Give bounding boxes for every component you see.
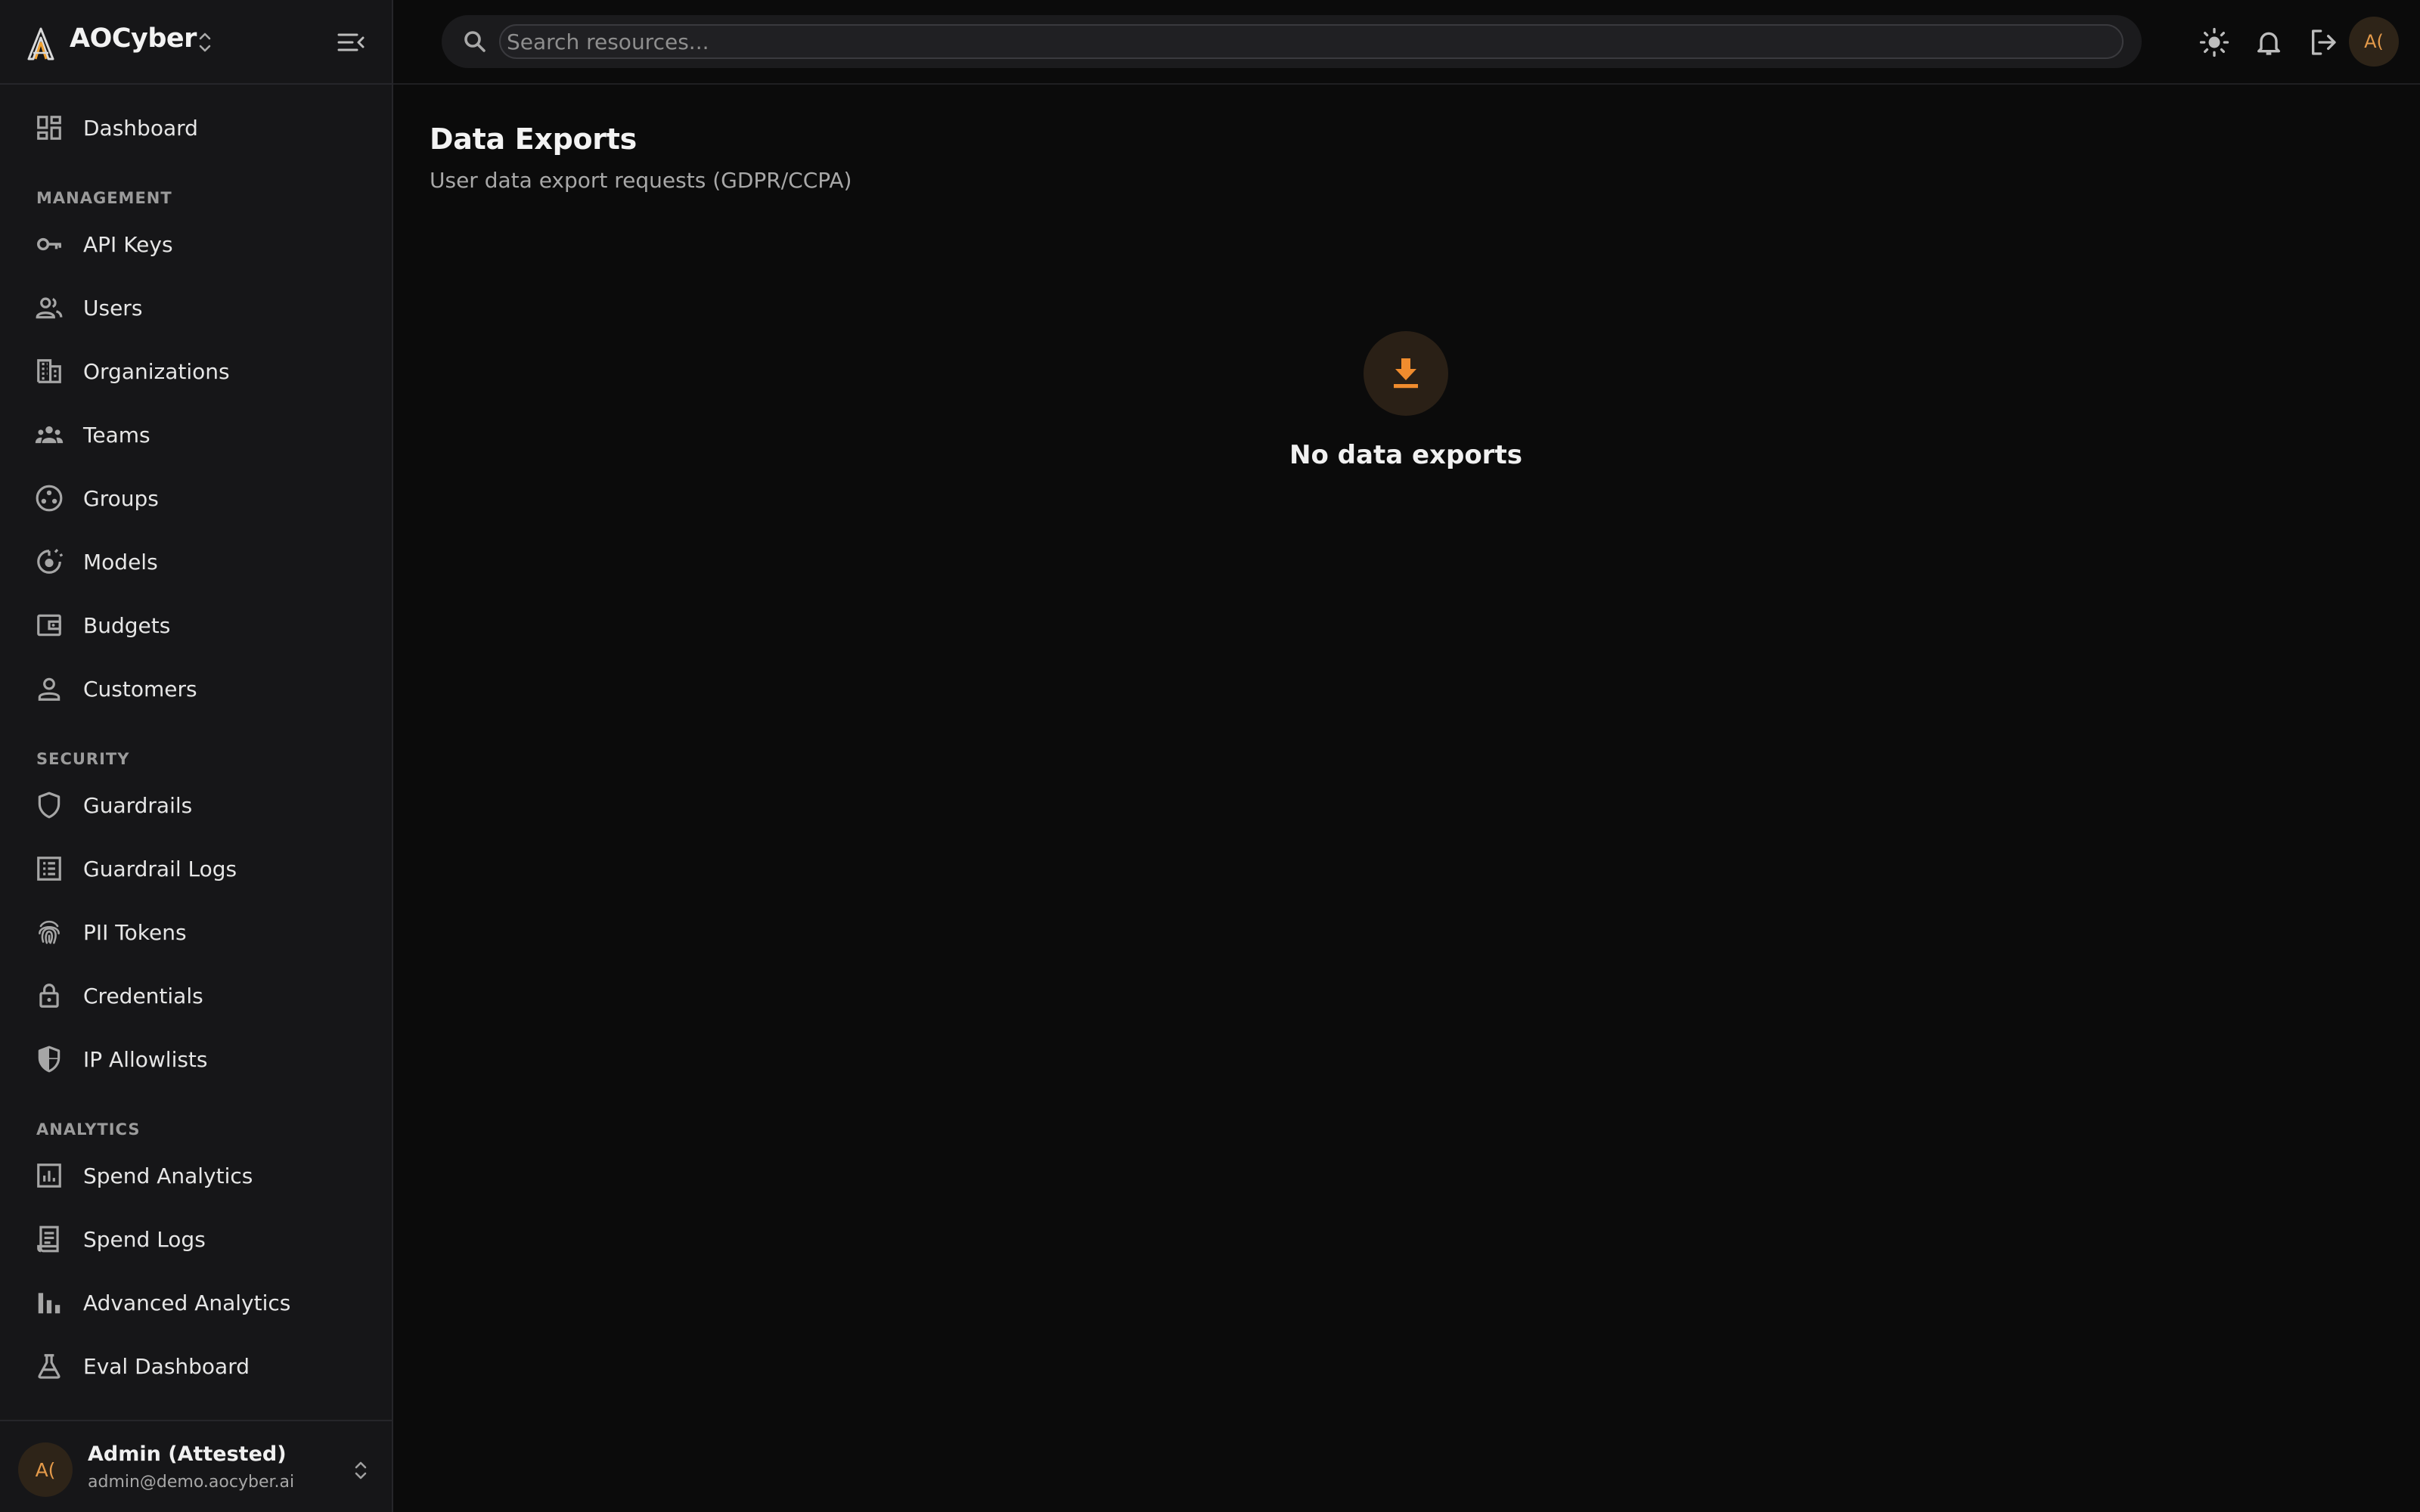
- fingerprint-icon: [35, 918, 64, 947]
- sidebar-item-label: Spend Logs: [83, 1226, 206, 1252]
- bar-chart-icon: [35, 1288, 64, 1317]
- brand-name[interactable]: AOCyber: [70, 23, 197, 54]
- sidebar-item-eval-dashboard[interactable]: Eval Dashboard: [18, 1340, 374, 1393]
- user-email: admin@demo.aocyber.ai: [88, 1473, 295, 1492]
- sidebar-item-label: Users: [83, 295, 143, 321]
- sidebar-user-menu[interactable]: A( Admin (Attested) admin@demo.aocyber.a…: [0, 1420, 392, 1512]
- avatar: A(: [18, 1442, 73, 1497]
- key-icon: [35, 230, 64, 259]
- sidebar-item-label: Customers: [83, 676, 197, 702]
- team-icon: [35, 420, 64, 449]
- collapse-sidebar-icon[interactable]: [336, 29, 366, 56]
- shield-half-icon: [35, 1045, 64, 1074]
- chevron-up-down-icon: [349, 1456, 372, 1485]
- sidebar: AOCyber Dashboard MANAGEMENT API Keys Us…: [0, 0, 393, 1512]
- sidebar-item-spend-logs[interactable]: Spend Logs: [18, 1213, 374, 1266]
- sidebar-item-models[interactable]: Models: [18, 535, 374, 588]
- sidebar-item-label: Organizations: [83, 358, 230, 384]
- sidebar-nav: Dashboard MANAGEMENT API Keys Users Orga…: [0, 85, 392, 1420]
- section-title-analytics: ANALYTICS: [36, 1120, 141, 1139]
- lock-icon: [35, 981, 64, 1010]
- sidebar-item-label: Eval Dashboard: [83, 1353, 250, 1379]
- analytics-icon: [35, 1161, 64, 1190]
- user-name: Admin (Attested): [88, 1442, 287, 1466]
- bell-icon[interactable]: [2254, 27, 2284, 57]
- shield-icon: [35, 791, 64, 820]
- download-icon: [1388, 355, 1424, 392]
- sidebar-item-groups[interactable]: Groups: [18, 472, 374, 525]
- sidebar-item-label: Spend Analytics: [83, 1163, 253, 1188]
- users-icon: [35, 293, 64, 322]
- sidebar-item-organizations[interactable]: Organizations: [18, 345, 374, 398]
- receipt-icon: [35, 1225, 64, 1253]
- sidebar-item-budgets[interactable]: Budgets: [18, 599, 374, 652]
- search-bar: [442, 15, 2142, 68]
- sidebar-item-label: Teams: [83, 422, 150, 448]
- sidebar-item-label: Dashboard: [83, 115, 198, 141]
- sidebar-item-teams[interactable]: Teams: [18, 408, 374, 461]
- groups-icon: [35, 484, 64, 513]
- sidebar-item-label: Groups: [83, 485, 159, 511]
- sidebar-item-advanced-analytics[interactable]: Advanced Analytics: [18, 1276, 374, 1329]
- sidebar-item-label: IP Allowlists: [83, 1046, 208, 1072]
- sidebar-item-pii-tokens[interactable]: PII Tokens: [18, 906, 374, 959]
- sidebar-item-label: Advanced Analytics: [83, 1290, 291, 1315]
- empty-state-title: No data exports: [1289, 440, 1522, 470]
- dashboard-icon: [35, 113, 64, 142]
- brand-logo-icon[interactable]: [23, 26, 59, 62]
- workspace-switcher-icon[interactable]: [195, 29, 215, 56]
- sidebar-item-guardrails[interactable]: Guardrails: [18, 779, 374, 832]
- sidebar-item-credentials[interactable]: Credentials: [18, 969, 374, 1022]
- wallet-icon: [35, 611, 64, 640]
- sidebar-item-label: Guardrail Logs: [83, 856, 237, 881]
- sidebar-item-customers[interactable]: Customers: [18, 662, 374, 715]
- model-icon: [35, 547, 64, 576]
- sidebar-header: AOCyber: [0, 0, 392, 85]
- search-input[interactable]: [499, 24, 2124, 59]
- sidebar-item-guardrail-logs[interactable]: Guardrail Logs: [18, 842, 374, 895]
- sidebar-item-api-keys[interactable]: API Keys: [18, 218, 374, 271]
- empty-state-icon-badge: [1364, 331, 1448, 416]
- page-subtitle: User data export requests (GDPR/CCPA): [430, 168, 852, 193]
- flask-icon: [35, 1352, 64, 1380]
- sidebar-item-label: API Keys: [83, 231, 173, 257]
- sidebar-item-dashboard[interactable]: Dashboard: [18, 101, 374, 154]
- section-title-management: MANAGEMENT: [36, 189, 172, 207]
- building-icon: [35, 357, 64, 386]
- avatar[interactable]: A(: [2349, 17, 2399, 67]
- sidebar-item-label: Credentials: [83, 983, 203, 1009]
- main-content: Data Exports User data export requests (…: [393, 86, 2420, 1512]
- sidebar-item-ip-allowlists[interactable]: IP Allowlists: [18, 1033, 374, 1086]
- log-list-icon: [35, 854, 64, 883]
- sidebar-item-users[interactable]: Users: [18, 281, 374, 334]
- section-title-security: SECURITY: [36, 750, 130, 768]
- sidebar-item-label: Models: [83, 549, 158, 575]
- search-icon: [461, 28, 489, 55]
- sidebar-item-label: PII Tokens: [83, 919, 187, 945]
- page-title: Data Exports: [430, 122, 637, 156]
- theme-toggle-icon[interactable]: [2199, 27, 2229, 57]
- top-bar: A(: [393, 0, 2420, 85]
- logout-icon[interactable]: [2308, 27, 2338, 57]
- sidebar-item-spend-analytics[interactable]: Spend Analytics: [18, 1149, 374, 1202]
- sidebar-item-label: Guardrails: [83, 792, 193, 818]
- sidebar-item-label: Budgets: [83, 612, 171, 638]
- person-icon: [35, 674, 64, 703]
